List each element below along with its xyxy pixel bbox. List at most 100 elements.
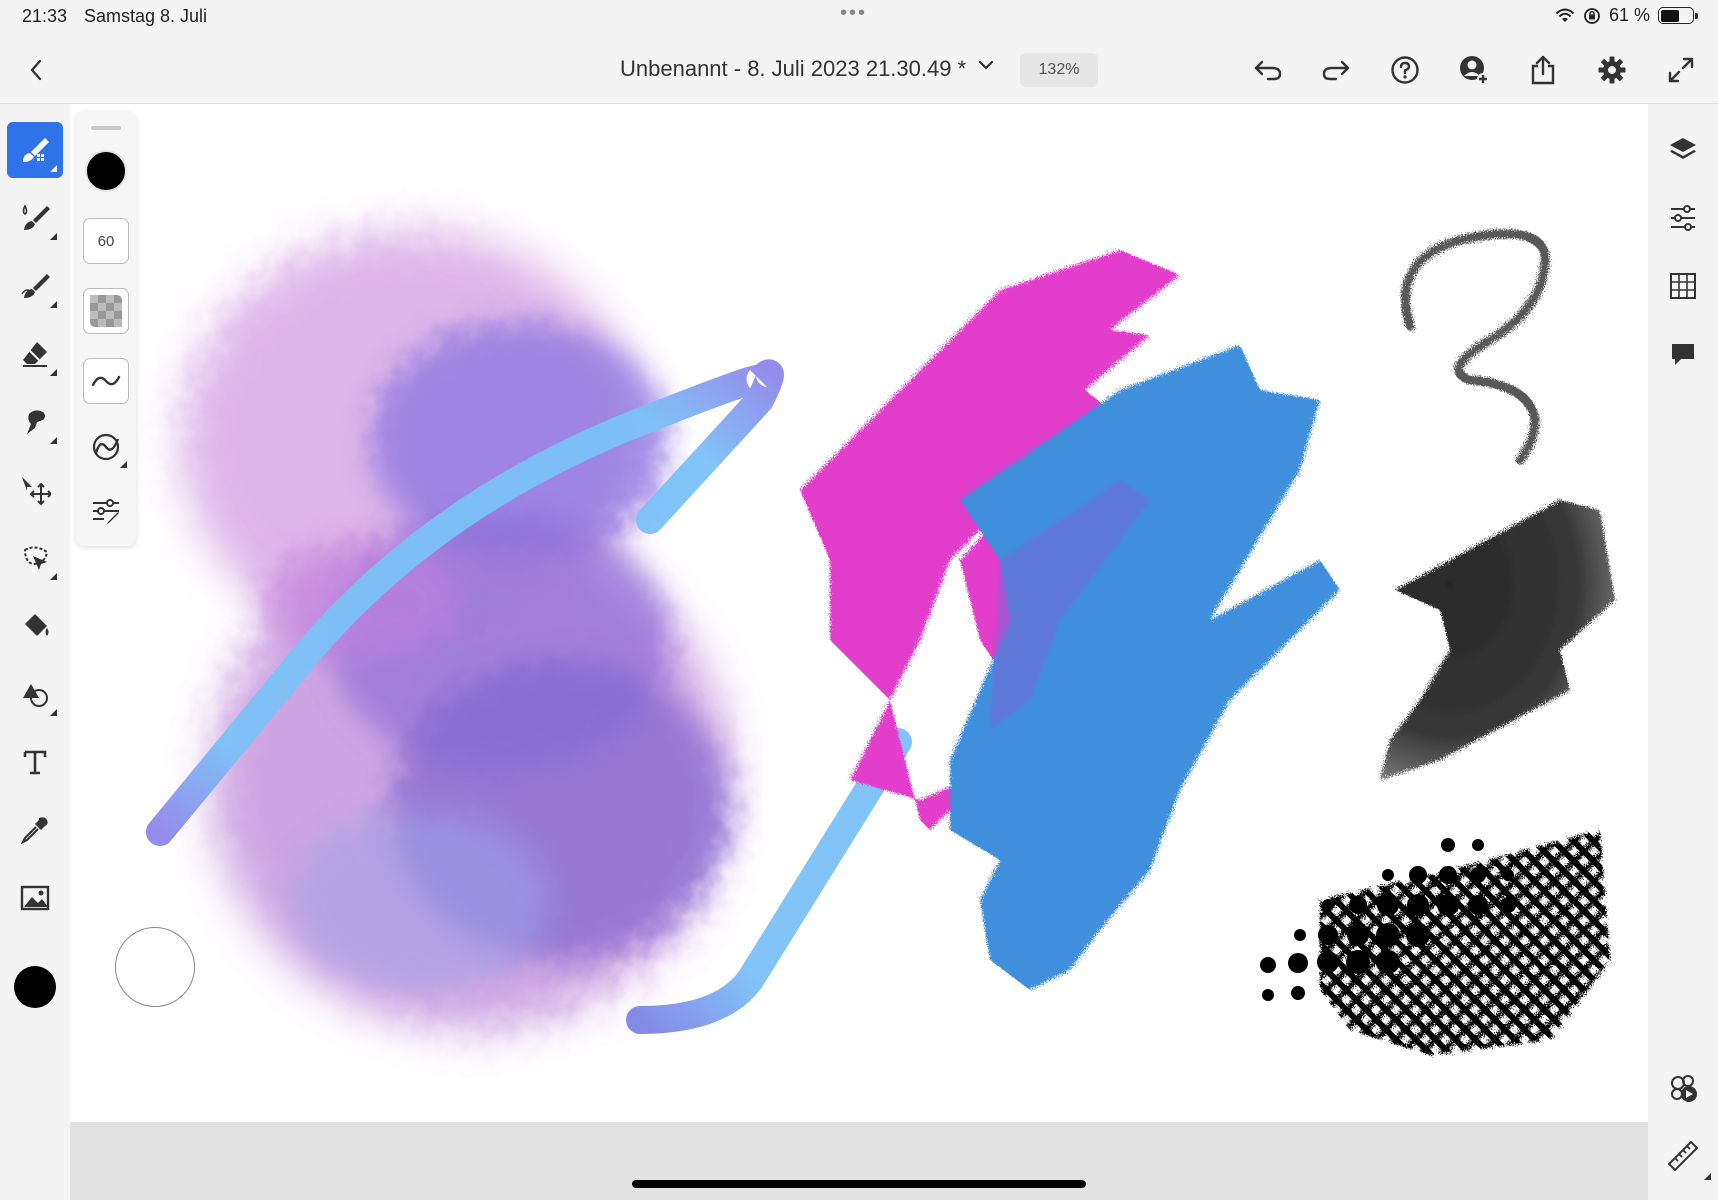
tool-options-indicator xyxy=(120,461,127,468)
vector-brush-icon xyxy=(21,274,50,298)
brush-smoothing-button[interactable] xyxy=(83,358,129,404)
artwork xyxy=(146,229,1615,1055)
ruler-icon xyxy=(1667,1140,1699,1172)
grid-icon xyxy=(1670,273,1696,299)
battery-percent: 61 % xyxy=(1608,5,1650,25)
fill-tool[interactable] xyxy=(7,598,63,654)
image-tool[interactable] xyxy=(7,870,63,926)
back-icon xyxy=(30,59,42,81)
brush-settings-icon xyxy=(93,499,119,524)
invite-user-icon xyxy=(1460,56,1489,85)
shapes-icon xyxy=(23,684,48,707)
layers-button[interactable] xyxy=(1665,132,1701,168)
eyedropper-tool[interactable] xyxy=(7,802,63,858)
canvas-background-area xyxy=(70,1122,1648,1200)
gear-icon xyxy=(1598,56,1626,84)
undo-icon xyxy=(1254,60,1282,81)
settings-button[interactable] xyxy=(1594,52,1630,88)
live-brush-icon xyxy=(22,204,50,230)
smudge-icon xyxy=(27,410,45,434)
battery-icon xyxy=(1658,7,1698,24)
eraser-icon xyxy=(23,342,47,367)
lasso-icon xyxy=(23,546,49,570)
brush-opacity-button[interactable] xyxy=(83,288,129,334)
tool-options-indicator xyxy=(50,709,57,716)
vector-brush-tool[interactable] xyxy=(7,258,63,314)
wifi-icon xyxy=(1555,8,1575,22)
halftone-mesh xyxy=(1260,830,1610,1055)
adjustments-button[interactable] xyxy=(1665,200,1701,236)
right-toolbar xyxy=(1648,104,1718,1200)
text-icon xyxy=(23,750,47,775)
redo-button[interactable] xyxy=(1318,52,1354,88)
status-time: 21:33 xyxy=(22,6,68,26)
status-indicators: 61 % xyxy=(1555,5,1698,26)
orientation-lock-icon xyxy=(1584,7,1600,24)
grid-button[interactable] xyxy=(1665,268,1701,304)
watercolor-blob xyxy=(180,230,730,1030)
invite-button[interactable] xyxy=(1456,52,1492,88)
image-icon xyxy=(20,885,50,911)
comments-button[interactable] xyxy=(1665,336,1701,372)
redo-icon xyxy=(1322,60,1350,81)
eyedropper-icon xyxy=(20,817,48,845)
paint-bucket-icon xyxy=(25,614,49,636)
undo-button[interactable] xyxy=(1250,52,1286,88)
status-bar: 21:33 Samstag 8. Juli ••• 61 % xyxy=(0,0,1718,34)
help-icon xyxy=(1391,56,1419,84)
smoothing-icon xyxy=(91,375,121,387)
layers-icon xyxy=(1670,138,1696,159)
tool-options-indicator xyxy=(50,233,57,240)
top-bar: Unbenannt - 8. Juli 2023 21.30.49 * 132% xyxy=(0,34,1718,104)
timelapse-button[interactable] xyxy=(1665,1070,1701,1106)
zoom-level[interactable]: 132% xyxy=(1020,53,1098,87)
ruler-button[interactable] xyxy=(1665,1138,1711,1180)
pressure-icon xyxy=(92,433,120,461)
live-brush-tool[interactable] xyxy=(7,190,63,246)
tool-options-indicator xyxy=(50,369,57,376)
pixel-brush-tool[interactable] xyxy=(7,122,63,178)
tool-options-indicator xyxy=(50,437,57,444)
document-title[interactable]: Unbenannt - 8. Juli 2023 21.30.49 * xyxy=(620,56,966,82)
pixel-brush-icon xyxy=(23,138,49,162)
fullscreen-button[interactable] xyxy=(1663,52,1699,88)
eraser-tool[interactable] xyxy=(7,326,63,382)
brush-size-field[interactable]: 60 xyxy=(83,218,129,264)
text-tool[interactable] xyxy=(7,734,63,790)
left-toolbar xyxy=(0,104,70,1200)
home-indicator[interactable] xyxy=(632,1180,1086,1188)
share-button[interactable] xyxy=(1525,52,1561,88)
smudge-tool[interactable] xyxy=(7,394,63,450)
tool-options-indicator xyxy=(50,573,57,580)
fullscreen-icon xyxy=(1668,57,1694,83)
brush-settings-button[interactable] xyxy=(83,488,129,534)
drawing-canvas[interactable] xyxy=(70,104,1648,1122)
multitasking-dots-icon[interactable]: ••• xyxy=(840,2,867,25)
tool-options-indicator xyxy=(50,301,57,308)
chevron-down-icon xyxy=(978,60,994,70)
brush-color-swatch[interactable] xyxy=(85,150,127,192)
brush-panel: 60 xyxy=(76,112,136,546)
lasso-tool[interactable] xyxy=(7,530,63,586)
shapes-tool[interactable] xyxy=(7,666,63,722)
share-icon xyxy=(1531,55,1555,85)
adjustments-icon xyxy=(1671,205,1695,231)
panel-drag-handle[interactable] xyxy=(91,126,121,130)
back-button[interactable] xyxy=(20,54,52,86)
title-menu-button[interactable] xyxy=(975,54,997,81)
brush-cursor-preview xyxy=(115,927,195,1007)
opacity-icon xyxy=(90,295,122,327)
transform-tool[interactable] xyxy=(7,462,63,518)
status-date: Samstag 8. Juli xyxy=(84,6,208,26)
tool-options-indicator xyxy=(1704,1173,1711,1180)
charcoal-scribble xyxy=(1380,500,1615,780)
color-picker-button[interactable] xyxy=(14,966,56,1008)
tool-options-indicator xyxy=(50,165,57,172)
battery-level xyxy=(1660,9,1680,22)
timelapse-icon xyxy=(1671,1075,1697,1102)
help-button[interactable] xyxy=(1387,52,1423,88)
comment-icon xyxy=(1672,344,1694,365)
pencil-squiggle xyxy=(1401,229,1550,465)
transform-icon xyxy=(22,477,51,506)
brush-pressure-button[interactable] xyxy=(83,424,129,470)
